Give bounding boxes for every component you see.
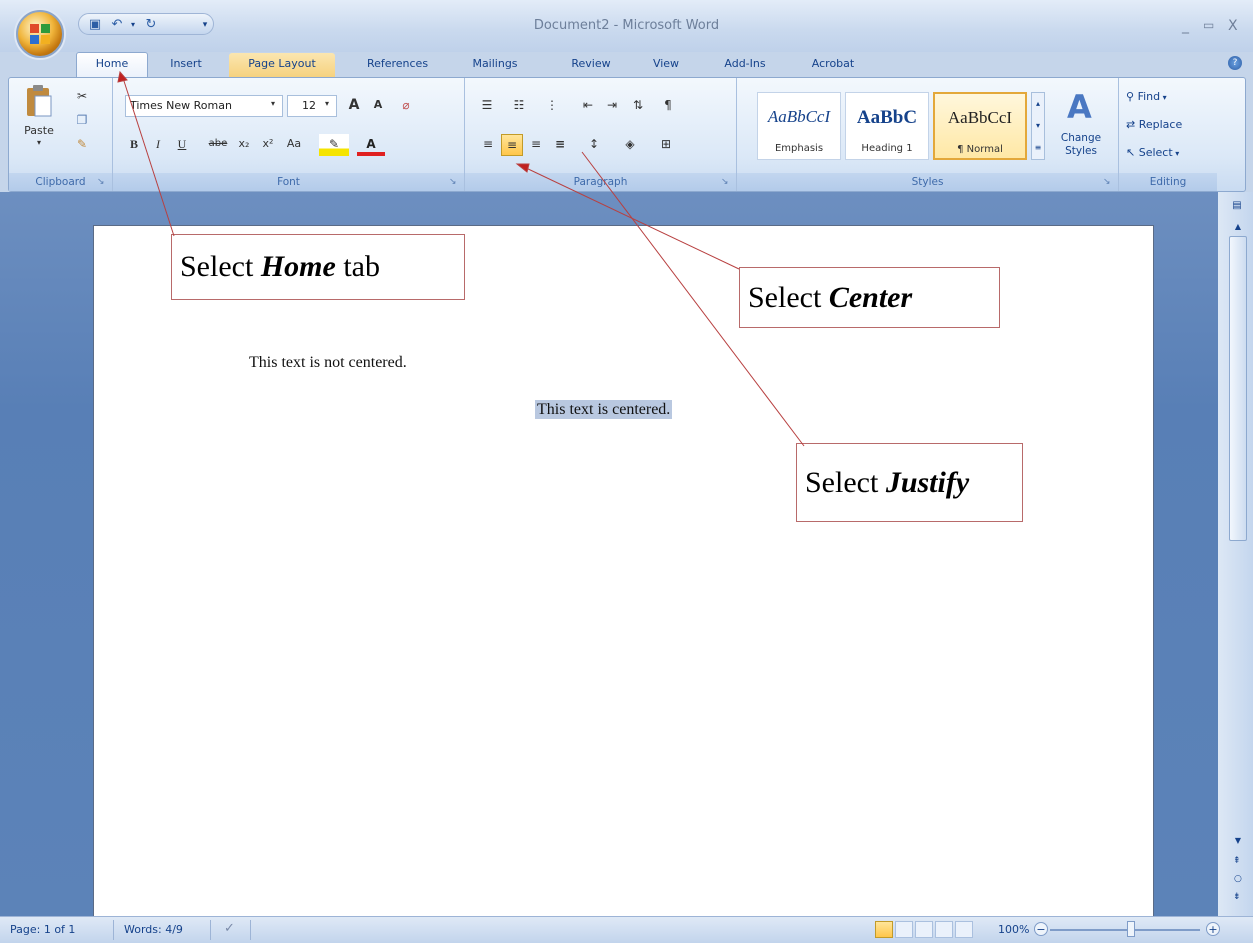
- web-layout-view-icon[interactable]: [915, 921, 933, 938]
- print-layout-view-icon[interactable]: [875, 921, 893, 938]
- status-separator: [250, 920, 251, 940]
- zoom-level[interactable]: 100%: [998, 923, 1029, 936]
- outline-view-icon[interactable]: [935, 921, 953, 938]
- status-separator: [210, 920, 211, 940]
- page-count[interactable]: Page: 1 of 1: [10, 923, 75, 936]
- zoom-in-icon[interactable]: +: [1206, 922, 1220, 936]
- zoom-slider-track[interactable]: [1050, 929, 1200, 931]
- center-arrowhead: [515, 163, 530, 173]
- full-screen-reading-view-icon[interactable]: [895, 921, 913, 938]
- justify-arrow: [581, 151, 805, 447]
- home-arrowhead: [117, 70, 128, 83]
- zoom-slider-thumb[interactable]: [1127, 921, 1135, 937]
- status-bar: Page: 1 of 1 Words: 4/9 ✓ 100% − +: [0, 916, 1253, 943]
- zoom-out-icon[interactable]: −: [1034, 922, 1048, 936]
- proofing-icon[interactable]: ✓: [224, 921, 235, 936]
- word-count[interactable]: Words: 4/9: [124, 923, 183, 936]
- home-arrow: [122, 77, 175, 237]
- status-separator: [113, 920, 114, 940]
- draft-view-icon[interactable]: [955, 921, 973, 938]
- callout-arrows: [117, 70, 805, 447]
